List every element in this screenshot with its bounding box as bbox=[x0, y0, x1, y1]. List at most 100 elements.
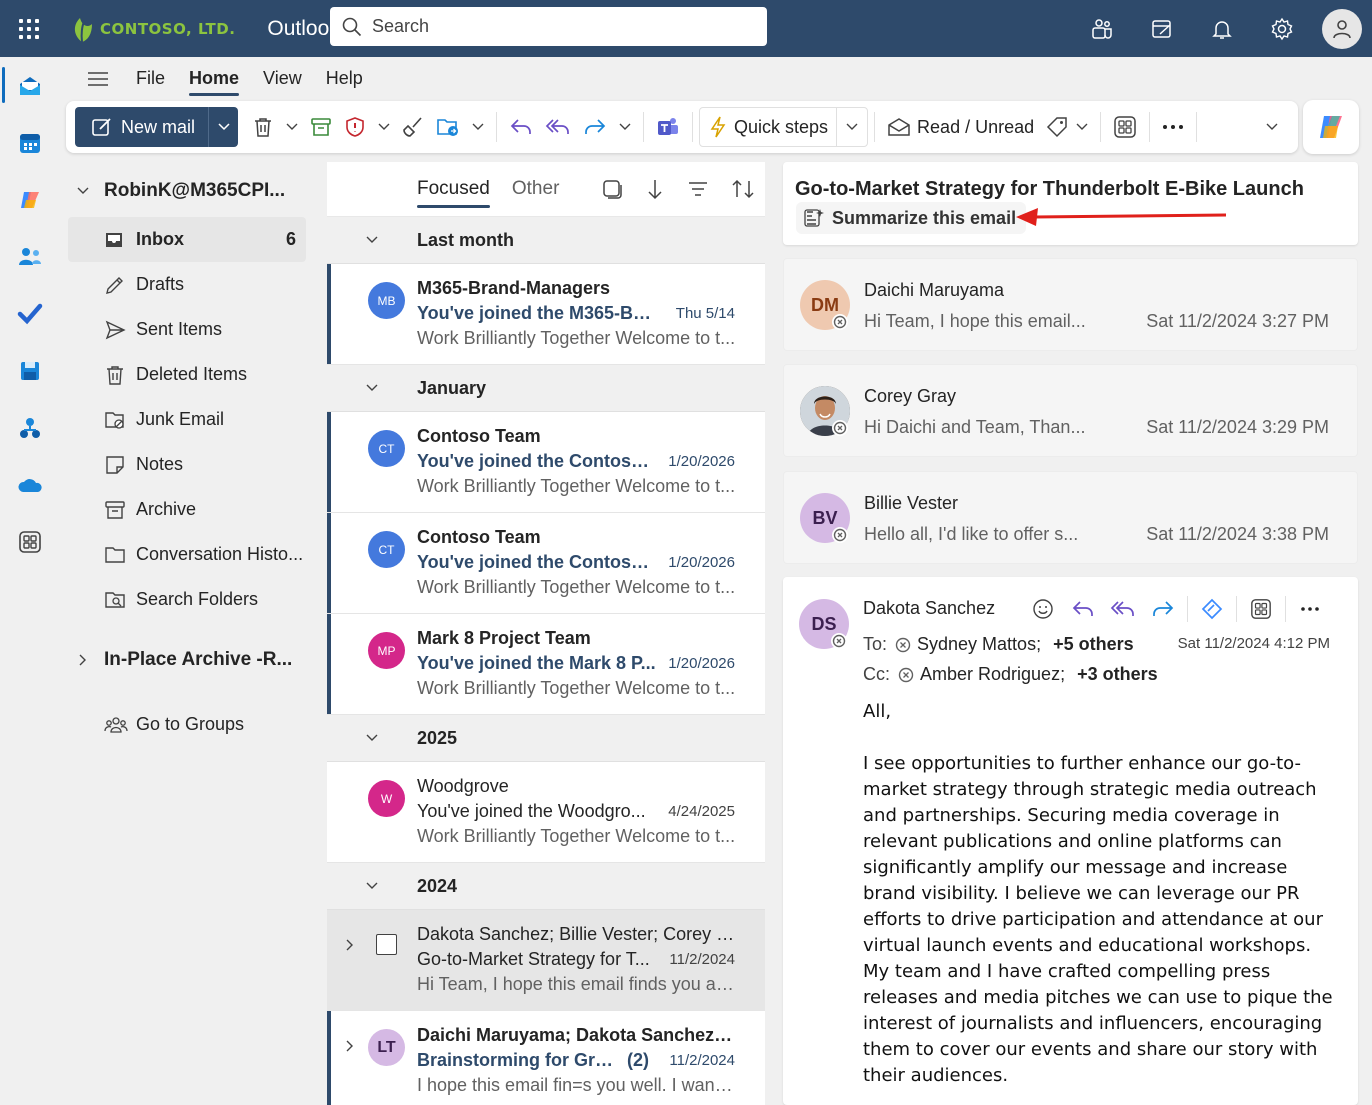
org-logo[interactable]: CONTOSO, LTD. bbox=[68, 14, 235, 44]
message-card[interactable]: DM Daichi Maruyama Hi Team, I hope this … bbox=[783, 258, 1358, 351]
copilot-button[interactable] bbox=[1303, 100, 1359, 154]
more-options-button[interactable] bbox=[1156, 107, 1190, 147]
reply-all-button[interactable] bbox=[539, 107, 577, 147]
forward-button[interactable] bbox=[1143, 593, 1183, 625]
group-header[interactable]: Last month bbox=[327, 217, 765, 264]
tab-home[interactable]: Home bbox=[189, 60, 240, 97]
teams-share-button[interactable] bbox=[650, 107, 686, 147]
delete-dropdown[interactable] bbox=[280, 107, 304, 147]
report-dropdown[interactable] bbox=[372, 107, 396, 147]
quick-steps-button[interactable]: Quick steps bbox=[699, 107, 869, 147]
forward-button[interactable] bbox=[577, 107, 613, 147]
folder-drafts[interactable]: Drafts bbox=[68, 262, 318, 307]
tab-help[interactable]: Help bbox=[326, 60, 363, 97]
message-item[interactable]: MB M365-Brand-Managers You've joined the… bbox=[327, 264, 765, 365]
react-button[interactable] bbox=[1023, 593, 1063, 625]
folder-inbox[interactable]: Inbox 6 bbox=[68, 217, 306, 262]
new-mail-dropdown[interactable] bbox=[208, 107, 238, 147]
account-button[interactable] bbox=[1312, 0, 1372, 57]
loop-button[interactable] bbox=[1192, 593, 1232, 625]
presence-offline-icon bbox=[898, 667, 914, 682]
message-item[interactable]: MP Mark 8 Project Team You've joined the… bbox=[327, 614, 765, 715]
rail-mail[interactable] bbox=[0, 57, 60, 114]
rail-org[interactable] bbox=[0, 399, 60, 456]
tab-file[interactable]: File bbox=[136, 60, 165, 97]
group-header[interactable]: 2024 bbox=[327, 863, 765, 910]
summarize-button[interactable]: Summarize this email bbox=[796, 202, 1027, 234]
tab-other[interactable]: Other bbox=[512, 172, 560, 206]
tab-view[interactable]: View bbox=[263, 60, 302, 97]
message-date: Sat 11/2/2024 4:12 PM bbox=[1177, 635, 1330, 652]
more-recipients-button[interactable]: +3 others bbox=[1077, 664, 1158, 685]
sweep-button[interactable] bbox=[396, 107, 430, 147]
read-unread-button[interactable]: Read / Unread bbox=[881, 107, 1040, 147]
filter-icon[interactable] bbox=[687, 180, 709, 198]
move-dropdown[interactable] bbox=[466, 107, 490, 147]
folder-conversation-history[interactable]: Conversation Histo... bbox=[68, 532, 318, 577]
reply-button[interactable] bbox=[1063, 593, 1103, 625]
message-preview: Work Brilliantly Together Welcome to t..… bbox=[417, 577, 736, 597]
app-rail bbox=[0, 57, 60, 1105]
folder-search-folders[interactable]: Search Folders bbox=[68, 577, 318, 622]
rail-copilot[interactable] bbox=[0, 171, 60, 228]
expand-thread-button[interactable] bbox=[346, 938, 354, 956]
folder-archive[interactable]: Archive bbox=[68, 487, 318, 532]
nav-toggle-button[interactable] bbox=[60, 71, 136, 87]
reply-button[interactable] bbox=[503, 107, 539, 147]
jump-to-icon[interactable] bbox=[645, 178, 665, 200]
recipient-name[interactable]: Amber Rodriguez; bbox=[920, 664, 1065, 685]
archive-button[interactable] bbox=[304, 107, 338, 147]
teams-button[interactable] bbox=[1072, 0, 1132, 57]
sort-icon[interactable] bbox=[731, 178, 755, 200]
go-to-groups-link[interactable]: Go to Groups bbox=[68, 702, 318, 747]
rail-more-apps[interactable] bbox=[0, 513, 60, 570]
apps-button[interactable] bbox=[1241, 593, 1281, 625]
my-day-button[interactable] bbox=[1132, 0, 1192, 57]
folder-sent-items[interactable]: Sent Items bbox=[68, 307, 318, 352]
select-checkbox[interactable] bbox=[376, 934, 397, 955]
message-item[interactable]: CT Contoso Team You've joined the Contos… bbox=[327, 513, 765, 614]
apps-button[interactable] bbox=[1107, 107, 1143, 147]
settings-button[interactable] bbox=[1252, 0, 1312, 57]
message-item[interactable]: LT Daichi Maruyama; Dakota Sanchez; T...… bbox=[327, 1011, 765, 1105]
message-item[interactable]: CT Contoso Team You've joined the Contos… bbox=[327, 412, 765, 513]
folder-notes[interactable]: Notes bbox=[68, 442, 318, 487]
archive-account-header[interactable]: In-Place Archive -R... bbox=[68, 634, 318, 686]
rail-onenote[interactable] bbox=[0, 342, 60, 399]
group-header[interactable]: 2025 bbox=[327, 715, 765, 762]
tab-focused[interactable]: Focused bbox=[417, 172, 490, 208]
rail-onedrive[interactable] bbox=[0, 456, 60, 513]
folder-junk-email[interactable]: Junk Email bbox=[68, 397, 318, 442]
message-card[interactable]: Corey Gray Hi Daichi and Team, Than... S… bbox=[783, 364, 1358, 457]
move-to-button[interactable] bbox=[430, 107, 466, 147]
app-name[interactable]: Outlook bbox=[267, 17, 339, 41]
quick-steps-dropdown[interactable] bbox=[837, 123, 867, 131]
rail-todo[interactable] bbox=[0, 285, 60, 342]
report-button[interactable] bbox=[338, 107, 372, 147]
rail-calendar[interactable] bbox=[0, 114, 60, 171]
more-recipients-button[interactable]: +5 others bbox=[1053, 634, 1134, 655]
group-header[interactable]: January bbox=[327, 365, 765, 412]
message-item[interactable]: W Woodgrove You've joined the Woodgro...… bbox=[327, 762, 765, 863]
notifications-button[interactable] bbox=[1192, 0, 1252, 57]
ribbon-expand-button[interactable] bbox=[1260, 107, 1284, 147]
presence-offline-icon bbox=[832, 527, 848, 543]
rail-people[interactable] bbox=[0, 228, 60, 285]
select-mode-icon[interactable] bbox=[601, 178, 623, 200]
message-item[interactable]: Dakota Sanchez; Billie Vester; Corey G..… bbox=[327, 910, 765, 1011]
respond-dropdown[interactable] bbox=[613, 107, 637, 147]
message-date: 1/20/2026 bbox=[668, 554, 735, 571]
reply-all-button[interactable] bbox=[1103, 593, 1143, 625]
read-unread-label: Read / Unread bbox=[917, 116, 1035, 137]
app-launcher-button[interactable] bbox=[0, 0, 58, 57]
more-options-button[interactable] bbox=[1290, 593, 1330, 625]
new-mail-button[interactable]: New mail bbox=[75, 107, 238, 147]
account-header[interactable]: RobinK@M365CPI... bbox=[68, 165, 318, 217]
expand-thread-button[interactable] bbox=[346, 1039, 354, 1057]
search-input[interactable]: Search bbox=[330, 7, 767, 46]
delete-button[interactable] bbox=[246, 107, 280, 147]
message-card[interactable]: BV Billie Vester Hello all, I'd like to … bbox=[783, 471, 1358, 564]
recipient-name[interactable]: Sydney Mattos; bbox=[917, 634, 1041, 655]
folder-deleted-items[interactable]: Deleted Items bbox=[68, 352, 318, 397]
tag-button[interactable] bbox=[1040, 107, 1094, 147]
